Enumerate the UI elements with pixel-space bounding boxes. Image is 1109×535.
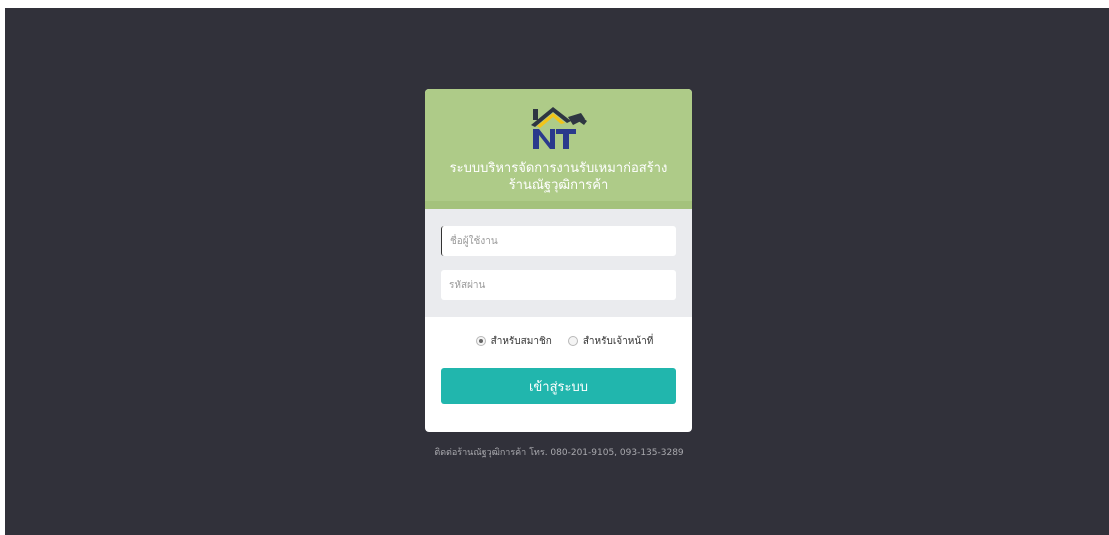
member-radio[interactable] xyxy=(475,336,486,346)
system-title-line2: ร้านณัฐวุฒิการค้า xyxy=(508,178,609,193)
credentials-section xyxy=(425,209,692,317)
login-button[interactable]: เข้าสู่ระบบ xyxy=(441,368,676,404)
role-option-staff[interactable]: สำหรับเจ้าหน้าที่ xyxy=(567,334,654,349)
contact-footer: ติดต่อร้านณัฐวุฒิการค้า โทร. 080-201-910… xyxy=(434,448,684,458)
role-selector: สำหรับสมาชิก สำหรับเจ้าหน้าที่ xyxy=(425,317,692,365)
system-title: ระบบบริหารจัดการงานรับเหมาก่อสร้าง ร้านณ… xyxy=(425,160,692,194)
password-input[interactable] xyxy=(441,270,676,300)
username-input[interactable] xyxy=(441,226,676,256)
role-option-member[interactable]: สำหรับสมาชิก xyxy=(475,334,552,349)
login-card: ระบบบริหารจัดการงานรับเหมาก่อสร้าง ร้านณ… xyxy=(425,89,692,432)
card-header: ระบบบริหารจัดการงานรับเหมาก่อสร้าง ร้านณ… xyxy=(425,89,692,209)
staff-radio-label: สำหรับเจ้าหน้าที่ xyxy=(582,335,654,347)
house-hammer-logo-icon xyxy=(531,107,587,149)
header-accent-strip xyxy=(425,201,692,209)
system-title-line1: ระบบบริหารจัดการงานรับเหมาก่อสร้าง xyxy=(449,161,668,176)
page-background: ระบบบริหารจัดการงานรับเหมาก่อสร้าง ร้านณ… xyxy=(5,8,1109,535)
member-radio-label: สำหรับสมาชิก xyxy=(490,335,552,347)
staff-radio[interactable] xyxy=(567,336,578,346)
